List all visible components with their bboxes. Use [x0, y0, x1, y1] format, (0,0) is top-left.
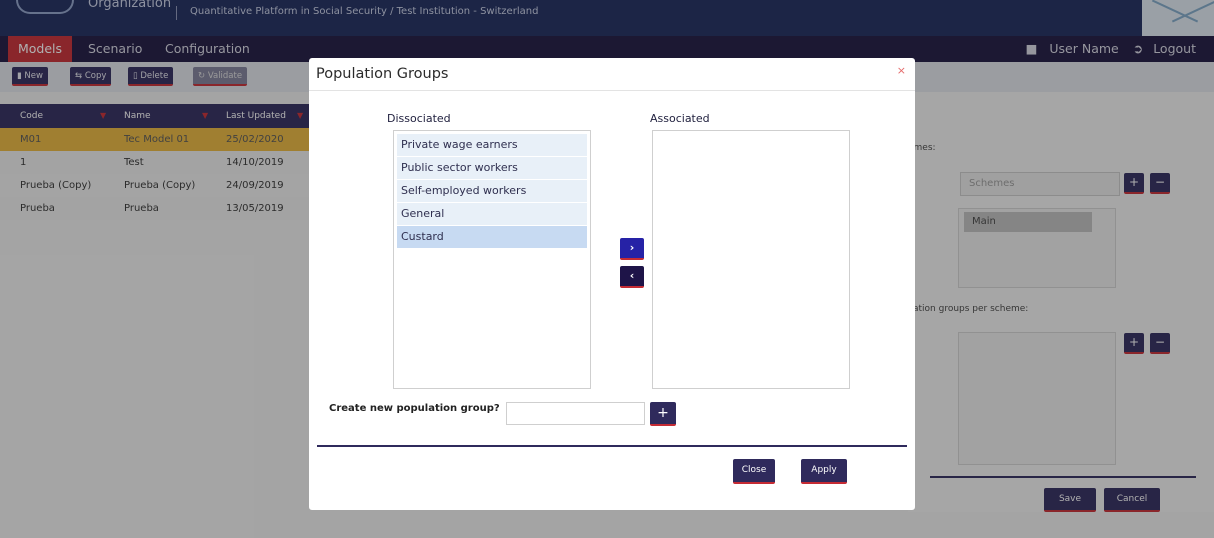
add-group-button[interactable]: +	[650, 402, 676, 426]
dialog-divider	[309, 90, 915, 91]
new-group-input[interactable]	[506, 402, 645, 425]
dissociated-label: Dissociated	[387, 112, 451, 125]
dissociated-list[interactable]: Private wage earners Public sector worke…	[393, 130, 591, 389]
list-item-selected[interactable]: Custard	[397, 226, 587, 248]
list-item[interactable]: General	[397, 203, 587, 225]
list-item[interactable]: Public sector workers	[397, 157, 587, 179]
app-page: Organization Quantitative Platform in So…	[0, 0, 1214, 538]
create-group-label: Create new population group?	[329, 403, 500, 414]
move-left-button[interactable]: ‹	[620, 266, 644, 288]
move-right-button[interactable]: ›	[620, 238, 644, 260]
dialog-title: Population Groups	[316, 66, 449, 82]
list-item[interactable]: Private wage earners	[397, 134, 587, 156]
close-button[interactable]: Close	[733, 459, 775, 484]
close-icon[interactable]: ×	[897, 64, 906, 77]
dialog-footer-divider	[317, 445, 907, 447]
apply-button[interactable]: Apply	[801, 459, 847, 484]
list-item[interactable]: Self-employed workers	[397, 180, 587, 202]
associated-list[interactable]	[652, 130, 850, 389]
associated-label: Associated	[650, 112, 710, 125]
population-groups-dialog: Population Groups × Dissociated Associat…	[309, 58, 915, 510]
